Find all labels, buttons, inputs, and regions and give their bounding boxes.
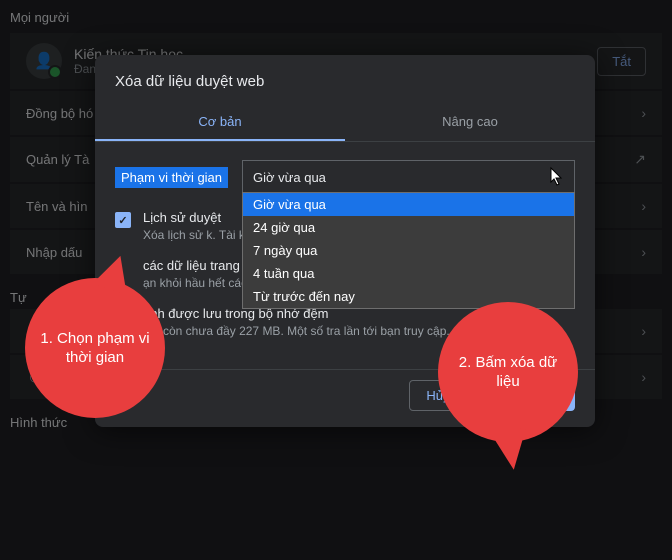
tab-advanced[interactable]: Nâng cao [345,104,595,141]
cursor-icon [550,168,564,186]
option-hour[interactable]: Giờ vừa qua [243,193,574,216]
option-4w[interactable]: 4 tuần qua [243,262,574,285]
time-range-dropdown: Giờ vừa qua 24 giờ qua 7 ngày qua 4 tuần… [242,192,575,309]
time-range-select[interactable]: Giờ vừa qua [242,160,575,194]
checkbox-history[interactable]: ✓ [115,212,131,228]
callout-step1: 1. Chọn phạm vi thời gian [25,278,165,418]
dialog-title: Xóa dữ liệu duyệt web [95,55,595,104]
cache-desc: ệm còn chưa đầy 227 MB. Một số tra lần t… [143,323,450,340]
option-7d[interactable]: 7 ngày qua [243,239,574,262]
option-24h[interactable]: 24 giờ qua [243,216,574,239]
tab-basic[interactable]: Cơ bản [95,104,345,141]
callout-step2: 2. Bấm xóa dữ liệu [438,302,578,442]
time-range-label: Phạm vi thời gian [115,167,228,188]
